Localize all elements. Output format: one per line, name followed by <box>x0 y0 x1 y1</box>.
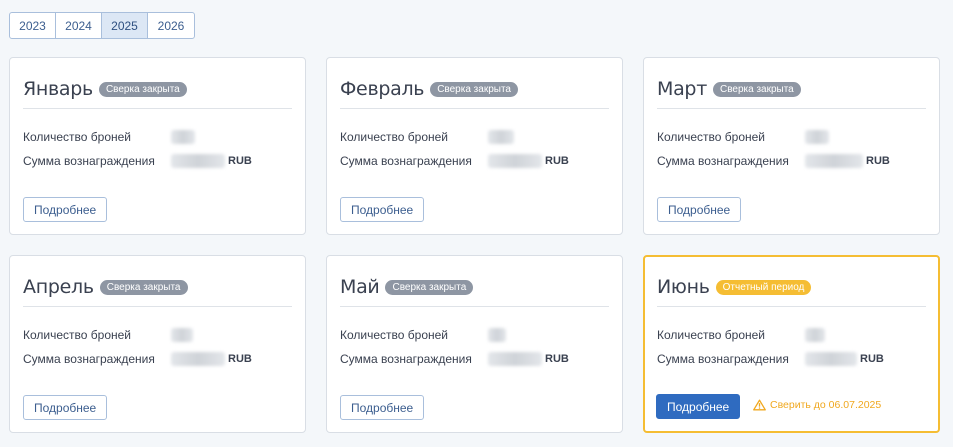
bookings-label: Количество броней <box>657 130 765 144</box>
reward-label: Сумма вознаграждения <box>23 154 155 168</box>
status-badge: Отчетный период <box>715 279 812 295</box>
reward-value-redacted <box>488 154 542 168</box>
reward-label: Сумма вознаграждения <box>657 352 789 366</box>
month-title: Март <box>657 78 707 100</box>
currency-label: RUB <box>228 353 252 365</box>
month-card-june: Июнь Отчетный период Количество броней С… <box>643 255 940 433</box>
reward-value-redacted <box>488 352 542 366</box>
reward-row: Сумма вознаграждения RUB <box>23 352 252 366</box>
bookings-value-redacted <box>805 328 825 342</box>
bookings-label: Количество броней <box>340 130 448 144</box>
currency-label: RUB <box>860 353 884 365</box>
month-title: Февраль <box>340 78 425 100</box>
month-card-april: Апрель Сверка закрыта Количество броней … <box>9 255 306 433</box>
card-header: Март Сверка закрыта <box>657 72 926 109</box>
month-title: Январь <box>23 78 93 100</box>
details-button[interactable]: Подробнее <box>656 394 741 419</box>
bookings-row: Количество броней <box>340 130 514 144</box>
reward-row: Сумма вознаграждения RUB <box>657 154 890 168</box>
reward-value-redacted <box>805 352 857 366</box>
card-header: Январь Сверка закрыта <box>23 72 292 109</box>
currency-label: RUB <box>545 155 569 167</box>
bookings-value-redacted <box>488 328 506 342</box>
month-card-january: Январь Сверка закрыта Количество броней … <box>9 57 306 235</box>
details-button[interactable]: Подробнее <box>657 197 742 222</box>
bookings-row: Количество броней <box>340 328 506 342</box>
details-button[interactable]: Подробнее <box>23 395 108 420</box>
month-title: Май <box>340 276 380 298</box>
month-card-may: Май Сверка закрыта Количество броней Сум… <box>326 255 623 433</box>
currency-label: RUB <box>866 155 890 167</box>
reward-value-redacted <box>805 154 863 168</box>
warning-icon <box>753 399 766 411</box>
card-header: Апрель Сверка закрыта <box>23 270 292 307</box>
month-title: Апрель <box>23 276 94 298</box>
bookings-row: Количество броней <box>657 328 825 342</box>
status-badge: Сверка закрыта <box>385 279 474 295</box>
status-badge: Сверка закрыта <box>712 81 801 97</box>
bookings-row: Количество броней <box>657 130 829 144</box>
reward-row: Сумма вознаграждения RUB <box>23 154 252 168</box>
card-header: Май Сверка закрыта <box>340 270 609 307</box>
month-card-march: Март Сверка закрыта Количество броней Су… <box>643 57 940 235</box>
year-tab-2026[interactable]: 2026 <box>148 13 194 38</box>
reward-row: Сумма вознаграждения RUB <box>657 352 884 366</box>
status-badge: Сверка закрыта <box>430 81 518 97</box>
reward-row: Сумма вознаграждения RUB <box>340 352 569 366</box>
details-button[interactable]: Подробнее <box>340 197 425 222</box>
year-tab-2025[interactable]: 2025 <box>102 13 148 38</box>
bookings-value-redacted <box>488 130 514 144</box>
deadline-text: Сверить до 06.07.2025 <box>770 399 882 411</box>
reward-value-redacted <box>171 352 225 366</box>
status-badge: Сверка закрыта <box>98 81 187 97</box>
bookings-value-redacted <box>171 130 195 144</box>
bookings-row: Количество броней <box>23 130 195 144</box>
reward-label: Сумма вознаграждения <box>340 154 472 168</box>
card-header: Февраль Сверка закрыта <box>340 72 609 109</box>
details-button[interactable]: Подробнее <box>340 395 425 420</box>
reward-label: Сумма вознаграждения <box>657 154 789 168</box>
bookings-label: Количество броней <box>23 130 131 144</box>
currency-label: RUB <box>545 353 569 365</box>
deadline-notice: Сверить до 06.07.2025 <box>753 399 881 411</box>
bookings-value-redacted <box>805 130 829 144</box>
bookings-label: Количество броней <box>340 328 448 342</box>
reward-row: Сумма вознаграждения RUB <box>340 154 569 168</box>
bookings-label: Количество броней <box>23 328 131 342</box>
year-tabs: 2023 2024 2025 2026 <box>9 12 195 39</box>
bookings-row: Количество броней <box>23 328 193 342</box>
month-card-february: Февраль Сверка закрыта Количество броней… <box>326 57 623 235</box>
details-button[interactable]: Подробнее <box>23 197 108 222</box>
card-header: Июнь Отчетный период <box>657 270 926 307</box>
reward-value-redacted <box>171 154 225 168</box>
month-title: Июнь <box>657 276 710 298</box>
currency-label: RUB <box>228 155 252 167</box>
year-tab-2024[interactable]: 2024 <box>56 13 102 38</box>
reward-label: Сумма вознаграждения <box>340 352 472 366</box>
status-badge: Сверка закрыта <box>99 279 188 295</box>
year-tab-2023[interactable]: 2023 <box>10 13 56 38</box>
reward-label: Сумма вознаграждения <box>23 352 155 366</box>
bookings-value-redacted <box>171 328 193 342</box>
bookings-label: Количество броней <box>657 328 765 342</box>
